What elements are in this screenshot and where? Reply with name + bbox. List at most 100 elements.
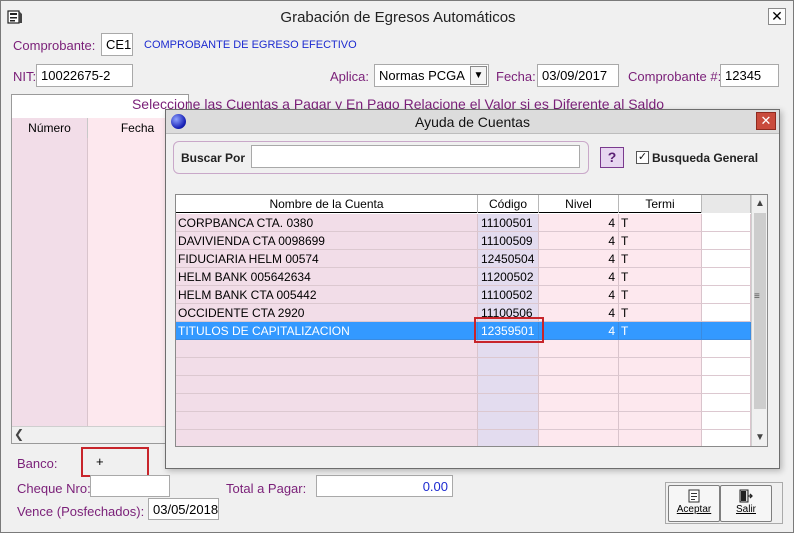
table-row[interactable] [176,376,751,394]
cell-extra [702,376,751,394]
banco-field[interactable]: + [96,454,104,469]
column-termi[interactable]: Termi [619,195,702,213]
banco-highlight [81,447,149,477]
cell-extra [702,304,751,322]
scroll-thumb[interactable] [754,213,766,409]
grid-cell-numero [12,174,88,192]
grid-cell-numero [12,372,88,390]
cell-account-level: 4 [539,322,619,340]
horizontal-scrollbar[interactable]: ❮ [12,426,188,443]
grid-row[interactable] [12,156,188,174]
table-row[interactable] [176,430,751,446]
scroll-down-icon[interactable]: ▼ [752,429,767,446]
table-row[interactable]: HELM BANK 005642634 11200502 4 T [176,268,751,286]
grid-row[interactable] [12,264,188,282]
fecha-field[interactable]: 03/09/2017 [537,64,619,87]
scroll-up-icon[interactable]: ▲ [752,195,767,212]
cell-account-name [176,376,478,394]
scroll-left-icon[interactable]: ❮ [14,427,24,441]
cell-account-name: HELM BANK 005642634 [176,268,478,286]
cell-account-term [619,430,702,446]
table-row[interactable]: CORPBANCA CTA. 0380 11100501 4 T [176,214,751,232]
cheque-label: Cheque Nro: [17,481,91,496]
comprobante-field[interactable]: CE1 [101,33,133,56]
cell-account-name: HELM BANK CTA 005442 [176,286,478,304]
grid-row[interactable] [12,228,188,246]
table-row[interactable] [176,394,751,412]
grid-row[interactable] [12,390,188,408]
table-row[interactable]: OCCIDENTE CTA 2920 11100506 4 T [176,304,751,322]
cell-account-name: DAVIVIENDA CTA 0098699 [176,232,478,250]
salir-button[interactable]: Salir [720,485,772,522]
column-nivel[interactable]: Nivel [539,195,619,213]
cell-account-level [539,358,619,376]
vence-field[interactable]: 03/05/2018 [148,498,219,520]
cell-account-code [478,430,539,446]
chevron-down-icon[interactable]: ▼ [470,66,487,85]
exit-door-icon [739,489,753,503]
column-nombre[interactable]: Nombre de la Cuenta [176,195,478,213]
cell-account-term: T [619,268,702,286]
cell-account-term [619,394,702,412]
grid-row[interactable] [12,336,188,354]
cell-account-term: T [619,250,702,268]
grid-row[interactable] [12,300,188,318]
total-label: Total a Pagar: [226,481,307,496]
cell-account-code [478,358,539,376]
cell-account-term: T [619,214,702,232]
table-row[interactable] [176,358,751,376]
cell-account-code: 11100509 [478,232,539,250]
grid-row[interactable] [12,372,188,390]
window-close-button[interactable]: ✕ [768,8,786,25]
help-button[interactable]: ? [600,147,624,168]
grid-row[interactable] [12,246,188,264]
table-row[interactable] [176,340,751,358]
grid-cell-numero [12,300,88,318]
search-label: Buscar Por [181,151,246,165]
aplica-select[interactable]: Normas PCGA ▼ [374,64,489,87]
grid-row[interactable] [12,282,188,300]
cell-account-name: FIDUCIARIA HELM 00574 [176,250,478,268]
accounts-help-dialog: Ayuda de Cuentas ✕ Buscar Por ? ✓ Busque… [165,109,780,469]
comprobante-description: COMPROBANTE DE EGRESO EFECTIVO [144,39,357,51]
grid-cell-numero [12,138,88,156]
comprobante-num-field[interactable]: 12345 [720,64,779,87]
dialog-close-button[interactable]: ✕ [756,112,776,130]
grid-cell-numero [12,156,88,174]
scroll-grip-icon: ≡ [754,291,760,302]
grid-row[interactable] [12,318,188,336]
grid-row[interactable] [12,138,188,156]
aceptar-button[interactable]: Aceptar [668,485,720,522]
cell-extra [702,250,751,268]
grid-row[interactable] [12,192,188,210]
cell-account-name: TITULOS DE CAPITALIZACION [176,322,478,340]
column-codigo[interactable]: Código [478,195,539,213]
total-field[interactable]: 0.00 [316,475,453,497]
table-row[interactable]: DAVIVIENDA CTA 0098699 11100509 4 T [176,232,751,250]
grid-row[interactable] [12,408,188,426]
cell-account-level [539,376,619,394]
cell-account-level: 4 [539,286,619,304]
cell-account-name [176,358,478,376]
grid-row[interactable] [12,174,188,192]
banco-label: Banco: [17,456,58,471]
general-search-checkbox[interactable]: ✓ [636,151,649,164]
search-input[interactable] [251,145,580,168]
table-row[interactable]: FIDUCIARIA HELM 00574 12450504 4 T [176,250,751,268]
cell-account-code [478,394,539,412]
table-row[interactable]: HELM BANK CTA 005442 11100502 4 T [176,286,751,304]
vertical-scrollbar[interactable]: ▲ ≡ ▼ [751,195,767,446]
cell-extra [702,322,751,340]
nit-field[interactable]: 10022675-2 [36,64,133,87]
column-numero[interactable]: Número [12,118,88,138]
cell-account-code [478,376,539,394]
table-row[interactable] [176,412,751,430]
cheque-field[interactable] [90,475,170,497]
grid-row[interactable] [12,210,188,228]
grid-row[interactable] [12,354,188,372]
cell-extra [702,394,751,412]
table-row[interactable]: TITULOS DE CAPITALIZACION 12359501 4 T [176,322,751,340]
code-highlight-box [474,317,544,343]
accounts-grid-header: Nombre de la Cuenta Código Nivel Termi [176,195,751,213]
cell-account-term [619,340,702,358]
